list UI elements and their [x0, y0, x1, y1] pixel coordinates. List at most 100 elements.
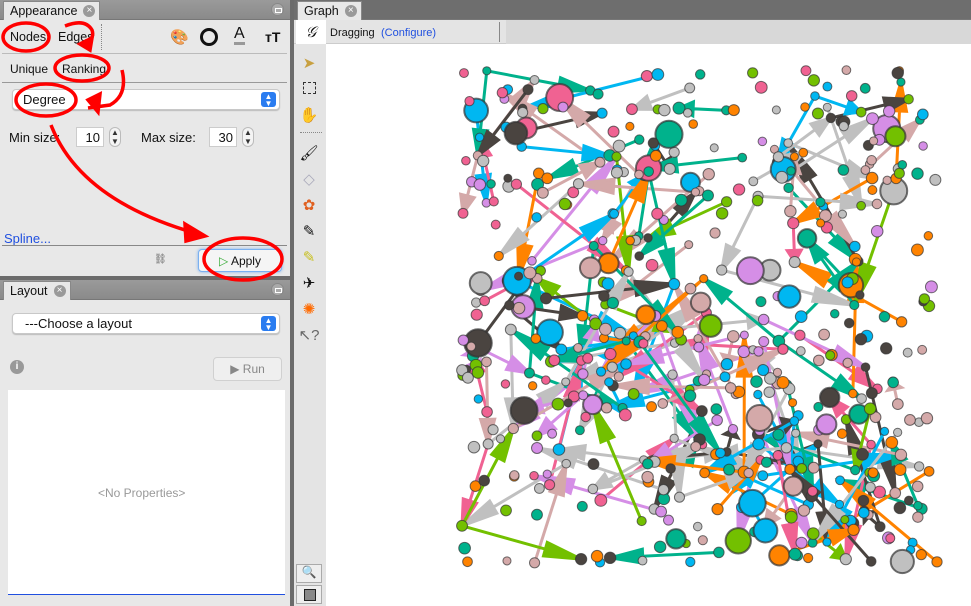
graph-node[interactable] [916, 108, 929, 121]
graph-node[interactable] [723, 463, 736, 476]
size-icon[interactable] [200, 28, 218, 46]
graph-node[interactable] [903, 93, 914, 105]
graph-node[interactable] [720, 196, 733, 208]
graph-node[interactable] [479, 295, 490, 307]
graph-node[interactable] [839, 553, 852, 566]
graph-node[interactable] [514, 271, 524, 281]
graph-node[interactable] [693, 334, 703, 344]
graph-node[interactable] [495, 434, 506, 444]
graph-node[interactable] [882, 175, 892, 185]
graph-node[interactable] [604, 377, 614, 388]
apply-button[interactable]: ▷ Apply [198, 249, 282, 272]
graph-node[interactable] [690, 441, 702, 453]
graph-node[interactable] [897, 159, 908, 170]
graph-node[interactable] [807, 485, 818, 497]
graph-node[interactable] [782, 475, 804, 497]
graph-node[interactable] [895, 316, 908, 328]
graph-node[interactable] [702, 167, 715, 181]
graph-node[interactable] [798, 147, 809, 158]
graph-node[interactable] [837, 164, 850, 176]
graph-node[interactable] [500, 504, 512, 517]
graph-node[interactable] [816, 218, 826, 228]
graph-node[interactable] [531, 441, 543, 454]
graph-node[interactable] [529, 74, 540, 85]
link-icon[interactable]: ⛓ [154, 254, 167, 265]
graph-node[interactable] [783, 182, 794, 194]
layout-select[interactable]: ---Choose a layout ▲ ▼ [12, 313, 280, 334]
graph-node[interactable] [865, 387, 878, 400]
graph-node[interactable] [815, 413, 838, 436]
graph-node[interactable] [552, 443, 566, 456]
graph-node[interactable] [496, 87, 509, 99]
attribute-select[interactable]: Degree ▲ ▼ [12, 89, 280, 110]
graph-node[interactable] [924, 280, 938, 294]
graph-node[interactable] [457, 207, 469, 219]
graph-node[interactable] [572, 178, 585, 190]
graph-node[interactable] [530, 333, 542, 344]
graph-node[interactable] [751, 194, 764, 207]
graph-node[interactable] [668, 277, 681, 291]
graph-node[interactable] [527, 256, 537, 266]
graph-node[interactable] [684, 240, 694, 250]
graph-node[interactable] [599, 322, 612, 336]
graph-node[interactable] [500, 379, 511, 389]
graph-node[interactable] [457, 334, 469, 346]
graph-node[interactable] [800, 102, 810, 112]
graph-node[interactable] [871, 198, 883, 210]
graph-node[interactable] [838, 121, 849, 132]
graph-node[interactable] [748, 176, 759, 187]
graph-node[interactable] [490, 219, 501, 230]
minimize-icon[interactable] [271, 3, 284, 16]
graph-node[interactable] [667, 369, 678, 380]
graph-node[interactable] [753, 346, 764, 357]
graph-node[interactable] [800, 65, 812, 77]
graph-node[interactable] [654, 119, 684, 149]
graph-node[interactable] [784, 205, 797, 218]
graph-node[interactable] [715, 207, 729, 220]
graph-node[interactable] [711, 414, 723, 427]
graph-node[interactable] [684, 82, 696, 94]
tab-layout[interactable]: Layout × [3, 281, 71, 300]
graph-node[interactable] [657, 483, 670, 496]
graph-node[interactable] [923, 465, 935, 477]
graph-node[interactable] [757, 364, 770, 377]
graph-node[interactable] [796, 228, 818, 249]
graph-node[interactable] [794, 310, 808, 323]
min-size-stepper[interactable]: ▲ ▼ [109, 127, 121, 147]
graph-node[interactable] [594, 493, 608, 507]
graph-node[interactable] [860, 165, 871, 175]
graph-node[interactable] [845, 90, 858, 102]
graph-node[interactable] [929, 173, 942, 186]
graph-node[interactable] [669, 433, 679, 444]
graph-node[interactable] [481, 356, 492, 368]
graph-node[interactable] [819, 386, 841, 409]
graph-node[interactable] [931, 556, 943, 568]
graph-node[interactable] [860, 362, 871, 372]
graph-node[interactable] [772, 450, 784, 461]
graph-node[interactable] [609, 208, 620, 219]
graph-node[interactable] [917, 344, 928, 355]
graph-node[interactable] [689, 291, 712, 314]
graph-node[interactable] [503, 120, 529, 146]
graph-node[interactable] [543, 479, 556, 491]
tab-graph[interactable]: Graph × [297, 1, 362, 20]
graph-node[interactable] [865, 556, 877, 567]
tab-appearance[interactable]: Appearance × [3, 1, 101, 20]
graph-node[interactable] [893, 463, 907, 477]
gear-icon[interactable]: ✺ [294, 298, 324, 322]
graph-node[interactable] [473, 178, 487, 191]
graph-node[interactable] [810, 91, 820, 101]
max-size-input[interactable]: 30 [209, 127, 237, 147]
graph-node[interactable] [468, 271, 493, 296]
graph-node[interactable] [610, 166, 624, 179]
info-icon[interactable]: i [10, 360, 24, 374]
tab-ranking[interactable]: Ranking [62, 62, 106, 76]
graph-node[interactable] [634, 169, 644, 180]
graph-node[interactable] [582, 352, 594, 364]
graph-node[interactable] [653, 540, 667, 554]
graph-node[interactable] [692, 521, 703, 532]
graph-node[interactable] [738, 488, 767, 518]
graph-node[interactable] [889, 487, 902, 499]
graph-node[interactable] [772, 428, 785, 441]
graph-node[interactable] [780, 442, 793, 454]
